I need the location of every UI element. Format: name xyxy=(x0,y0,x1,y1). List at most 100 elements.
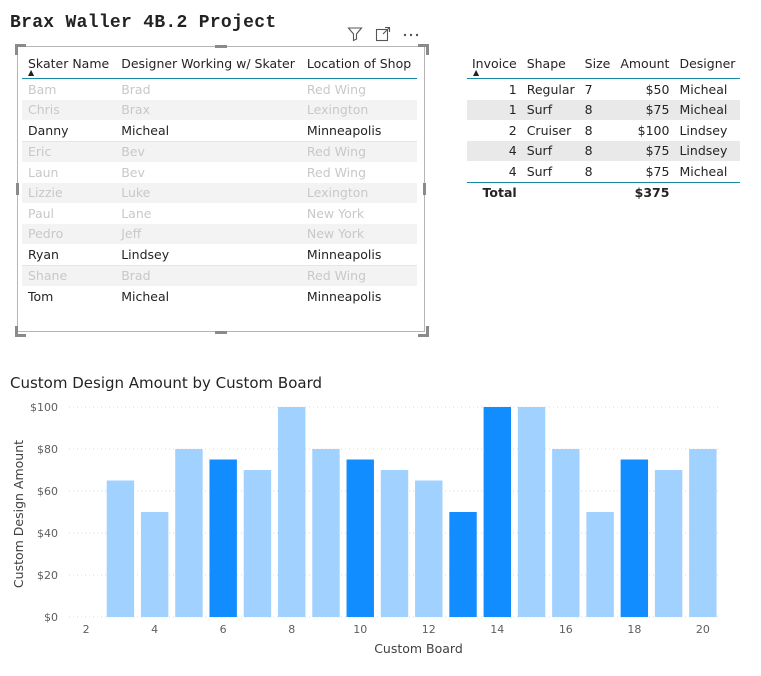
skater-name-cell: Laun xyxy=(28,164,59,180)
bar[interactable] xyxy=(517,407,546,617)
skater-name-cell: Chris xyxy=(22,99,116,120)
bar[interactable] xyxy=(346,459,374,618)
bar[interactable] xyxy=(654,470,683,617)
bar[interactable] xyxy=(552,449,580,617)
skater-table: Skater Name Designer Working w/ Skater L… xyxy=(22,50,418,307)
filter-icon[interactable] xyxy=(346,25,364,43)
x-tick-label: 16 xyxy=(559,623,573,636)
bar[interactable] xyxy=(175,449,203,617)
column-header-size[interactable]: Size xyxy=(579,50,616,79)
designer-cell: Micheal xyxy=(679,81,728,97)
total-amount: $375 xyxy=(615,181,675,203)
table-row[interactable]: 1 Regular 7 $50 Micheal xyxy=(467,79,740,100)
designer-cell: Lindsey xyxy=(674,140,741,161)
resize-handle-top-right[interactable] xyxy=(418,44,429,55)
skater-name-cell: Eric xyxy=(22,140,116,162)
bar[interactable] xyxy=(140,512,169,617)
table-row[interactable]: Lizzie Luke Lexington xyxy=(22,182,418,203)
table-row[interactable]: Paul Lane New York xyxy=(22,203,417,224)
invoice-table: Invoice Shape Size Amount Designer 1 Regu… xyxy=(467,50,741,203)
designer-cell: Brad xyxy=(115,264,301,286)
designer-cell: Bev xyxy=(121,164,145,180)
bar[interactable] xyxy=(415,480,443,618)
bar[interactable] xyxy=(278,407,306,617)
resize-handle-right[interactable] xyxy=(423,183,426,195)
bar[interactable] xyxy=(209,459,237,618)
column-header-skater-name[interactable]: Skater Name xyxy=(22,50,116,79)
x-tick-label: 10 xyxy=(353,623,367,636)
table-row[interactable]: Danny Micheal Minneapolis xyxy=(22,120,417,141)
shape-cell: Surf xyxy=(521,99,580,120)
x-tick-label: 14 xyxy=(490,623,504,636)
designer-cell: Brad xyxy=(121,81,151,97)
sort-ascending-icon[interactable]: ▲ xyxy=(28,68,34,77)
bar[interactable] xyxy=(586,512,614,617)
resize-handle-left[interactable] xyxy=(16,183,19,195)
bar[interactable] xyxy=(106,480,135,618)
bar[interactable] xyxy=(380,470,409,617)
focus-mode-icon[interactable] xyxy=(374,25,392,43)
skater-table-header: Skater Name Designer Working w/ Skater L… xyxy=(22,50,418,79)
table-row[interactable]: Laun Bev Red Wing xyxy=(22,162,417,183)
total-row: Total $375 xyxy=(467,181,741,203)
shape-cell: Surf xyxy=(521,140,580,161)
size-cell: 8 xyxy=(579,99,616,120)
table-row[interactable]: 4 Surf 8 $75 Lindsey xyxy=(467,140,741,161)
resize-handle-bottom-right[interactable] xyxy=(418,326,429,337)
amount-cell: $100 xyxy=(637,122,670,138)
table-row[interactable]: Shane Brad Red Wing xyxy=(22,264,418,286)
x-tick-label: 20 xyxy=(696,623,710,636)
bar[interactable] xyxy=(312,449,340,617)
invoice-cell: 1 xyxy=(508,81,517,97)
bar[interactable] xyxy=(449,512,477,617)
location-cell: Minneapolis xyxy=(306,288,382,304)
resize-handle-bottom[interactable] xyxy=(215,331,227,334)
bar[interactable] xyxy=(689,449,717,617)
total-empty-cell xyxy=(521,181,580,203)
table-row[interactable]: Bam Brad Red Wing xyxy=(22,79,417,100)
shape-cell: Regular xyxy=(526,81,575,97)
designer-cell: Micheal xyxy=(674,99,741,120)
location-cell: Red Wing xyxy=(300,264,418,286)
designer-cell: Micheal xyxy=(121,122,170,138)
column-header-shape[interactable]: Shape xyxy=(521,50,580,79)
column-header-designer[interactable]: Designer xyxy=(674,50,741,79)
table-row[interactable]: Chris Brax Lexington xyxy=(22,99,418,120)
skater-name-cell: Tom xyxy=(28,288,54,304)
size-cell: 8 xyxy=(584,163,593,179)
y-tick-label: $0 xyxy=(44,611,58,624)
resize-handle-top[interactable] xyxy=(215,45,227,48)
page-title: Brax Waller 4B.2 Project xyxy=(10,13,277,33)
designer-cell: Jeff xyxy=(115,223,301,244)
invoice-cell: 2 xyxy=(508,122,517,138)
more-options-icon[interactable] xyxy=(402,25,420,43)
table-row[interactable]: Ryan Lindsey Minneapolis xyxy=(22,244,417,265)
column-header-location[interactable]: Location of Shop xyxy=(300,50,418,79)
location-cell: New York xyxy=(306,205,365,221)
x-tick-label: 18 xyxy=(627,623,641,636)
table-row[interactable]: 2 Cruiser 8 $100 Lindsey xyxy=(467,120,740,141)
table-row[interactable]: Eric Bev Red Wing xyxy=(22,140,418,162)
table-row[interactable]: Pedro Jeff New York xyxy=(22,223,418,244)
table-row[interactable]: Tom Micheal Minneapolis xyxy=(22,286,417,307)
skater-name-cell: Pedro xyxy=(22,223,116,244)
column-header-amount[interactable]: Amount xyxy=(615,50,675,79)
x-tick-label: 2 xyxy=(83,623,90,636)
table-row[interactable]: 1 Surf 8 $75 Micheal xyxy=(467,99,741,120)
invoice-cell: 4 xyxy=(508,163,517,179)
column-header-designer[interactable]: Designer Working w/ Skater xyxy=(115,50,301,79)
resize-handle-bottom-left[interactable] xyxy=(15,326,26,337)
table-row[interactable]: 4 Surf 8 $75 Micheal xyxy=(467,161,740,182)
x-tick-label: 12 xyxy=(422,623,436,636)
x-tick-label: 6 xyxy=(220,623,227,636)
bar[interactable] xyxy=(620,459,649,618)
bar[interactable] xyxy=(483,407,511,617)
sort-ascending-icon[interactable]: ▲ xyxy=(473,68,479,77)
skater-name-cell: Danny xyxy=(28,122,69,138)
designer-cell: Micheal xyxy=(121,288,170,304)
y-tick-label: $80 xyxy=(37,443,58,456)
visual-header xyxy=(346,25,420,43)
location-cell: Red Wing xyxy=(306,164,367,180)
bar[interactable] xyxy=(243,470,272,617)
y-tick-label: $100 xyxy=(30,401,58,414)
